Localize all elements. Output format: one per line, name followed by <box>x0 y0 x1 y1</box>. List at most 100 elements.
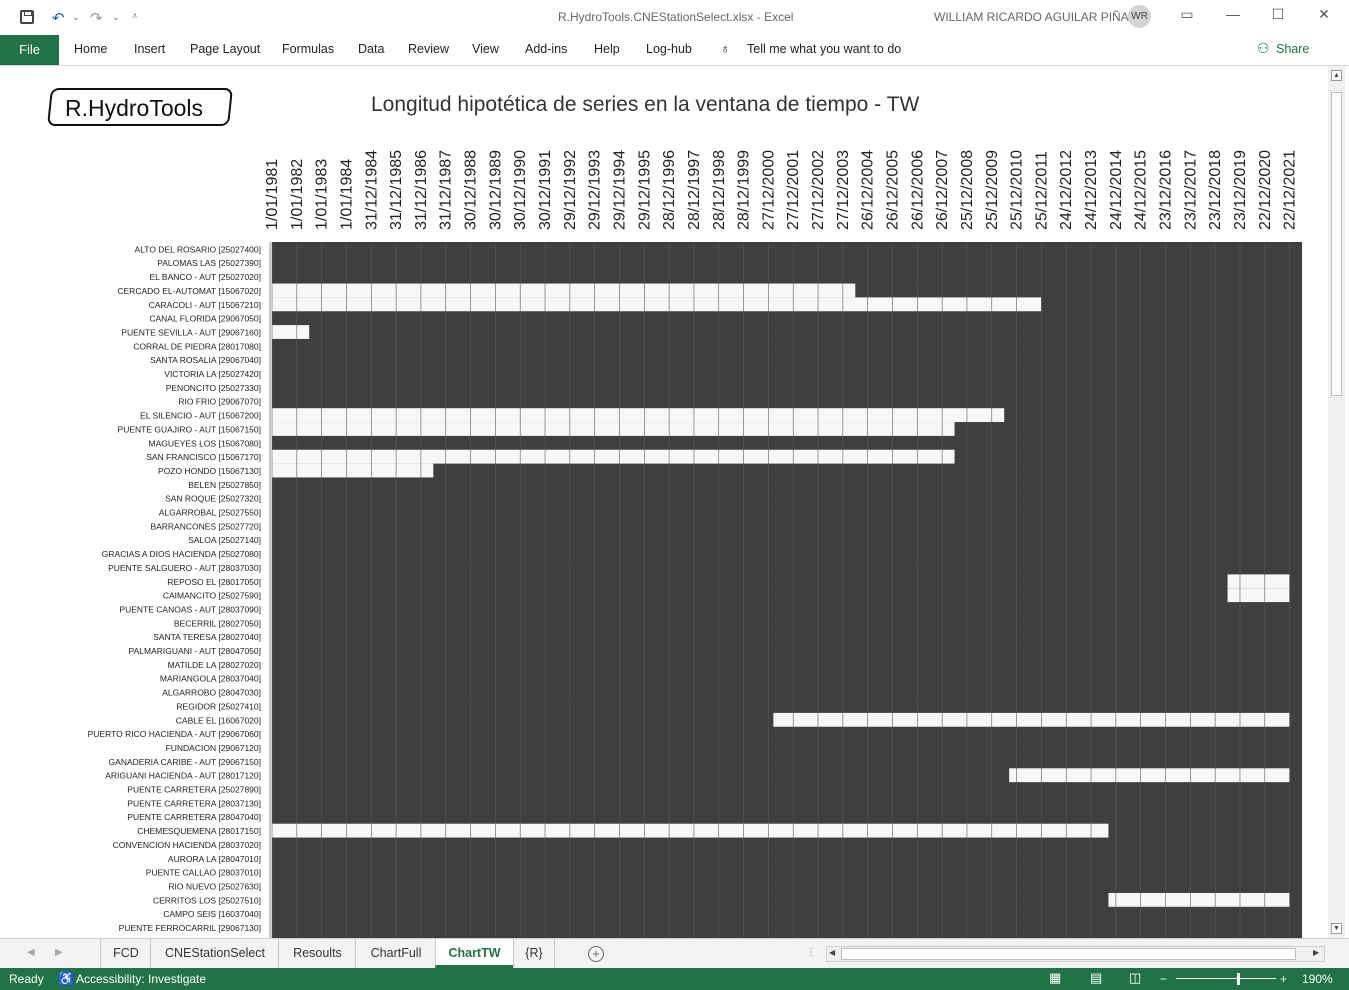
tab-formulas[interactable]: Formulas <box>282 42 334 56</box>
station-label: POZO HONDO [15067130] <box>158 466 261 476</box>
scroll-left-arrow[interactable]: ◀ <box>829 948 835 957</box>
page-break-view-icon[interactable]: ◫ <box>1129 970 1141 986</box>
x-tick-label: 25/12/2011 <box>1033 151 1050 230</box>
tab-log-hub[interactable]: Log-hub <box>646 42 692 56</box>
station-row-bar <box>272 602 1303 617</box>
x-tick-label: 24/12/2015 <box>1133 150 1150 230</box>
tab-add-ins[interactable]: Add-ins <box>525 42 567 56</box>
tab-file[interactable]: File <box>0 35 59 65</box>
station-row-bar <box>272 726 1303 741</box>
station-label: GANADERIA CARIBE - AUT [29067150] <box>109 757 261 767</box>
station-label: BARRANCONES [25027720] <box>150 521 261 531</box>
user-name[interactable]: WILLIAM RICARDO AGUILAR PIÑA <box>934 10 1129 24</box>
zoom-in-button[interactable]: + <box>1280 972 1287 986</box>
sheet-tab-chartfull[interactable]: ChartFull <box>355 939 436 968</box>
station-row-bar <box>272 435 1303 451</box>
missing-data-segment <box>1227 574 1290 589</box>
station-label: REGIDOR [25027410] <box>176 701 261 711</box>
tab-review[interactable]: Review <box>408 42 449 56</box>
accessibility-icon: ♿ <box>58 971 75 986</box>
x-tick-label: 24/12/2013 <box>1083 150 1100 230</box>
zoom-out-button[interactable]: − <box>1160 972 1167 986</box>
x-tick-label: 22/12/2021 <box>1282 150 1299 230</box>
station-row-bar <box>272 879 1303 894</box>
station-label: CERRITOS LOS [25027510] <box>153 895 261 905</box>
tell-me-search[interactable]: Tell me what you want to do <box>747 42 901 56</box>
zoom-slider-track[interactable] <box>1176 978 1276 979</box>
station-label: VICTORIA LA [25027420] <box>164 369 261 379</box>
tab-view[interactable]: View <box>472 42 499 56</box>
station-label: SALOA [25027140] <box>188 535 261 545</box>
redo-dropdown-icon[interactable]: ⌄ <box>112 12 120 23</box>
station-row-bar <box>272 782 1303 797</box>
normal-view-icon[interactable]: ▦ <box>1049 970 1061 986</box>
close-button[interactable]: ✕ <box>1314 6 1334 23</box>
chart-sheet[interactable]: R.HydroTools Longitud hipotética de seri… <box>25 66 1318 938</box>
sheet-tab-r[interactable]: {R} <box>513 939 555 968</box>
x-tick-label: 31/12/1987 <box>438 150 455 230</box>
undo-dropdown-icon[interactable]: ⌄ <box>72 12 80 23</box>
tab-insert[interactable]: Insert <box>134 42 165 56</box>
undo-icon[interactable]: ↶ <box>52 9 65 27</box>
sheet-tab-cnestationselect[interactable]: CNEStationSelect <box>150 939 279 968</box>
x-tick-label: 30/12/1991 <box>537 150 554 230</box>
station-row-bar <box>272 352 1303 368</box>
ribbon-display-options-icon[interactable]: ▭ <box>1177 6 1197 23</box>
sheet-tab-fcd[interactable]: FCD <box>100 939 151 968</box>
x-tick-label: 26/12/2006 <box>909 150 926 230</box>
minimize-button[interactable]: — <box>1223 6 1243 22</box>
station-row-bar <box>272 754 1303 769</box>
station-row-bar <box>272 519 1303 534</box>
x-tick-label: 23/12/2019 <box>1232 150 1249 230</box>
tab-home[interactable]: Home <box>74 42 107 56</box>
sheet-tab-charttw[interactable]: ChartTW <box>435 939 513 968</box>
x-tick-label: 1/01/1984 <box>338 159 355 230</box>
vertical-scrollbar[interactable]: ▲ ▼ <box>1328 66 1345 938</box>
zoom-slider-thumb[interactable] <box>1237 973 1240 985</box>
missing-data-segment <box>272 283 856 298</box>
missing-data-segment <box>1009 768 1290 783</box>
tab-page-layout[interactable]: Page Layout <box>190 42 260 56</box>
station-row-bar <box>272 809 1303 825</box>
next-sheet-arrow[interactable]: ▶ <box>55 947 63 958</box>
station-label: EL BANCO - AUT [25027020] <box>149 272 261 282</box>
station-row-bar <box>272 394 1303 409</box>
tab-help[interactable]: Help <box>594 42 620 56</box>
tab-split-handle[interactable]: ⋮ <box>806 947 816 958</box>
station-label: PUENTE FERROCARRIL [29067130] <box>119 923 261 933</box>
vertical-scroll-thumb[interactable] <box>1331 92 1342 396</box>
add-sheet-icon[interactable]: + <box>588 946 604 962</box>
sheet-tab-resoults[interactable]: Resoults <box>278 939 356 968</box>
station-label: CONVENCION HACIENDA [28037020] <box>113 840 261 850</box>
station-row-bar <box>272 643 1303 658</box>
user-avatar[interactable]: WR <box>1128 5 1151 28</box>
station-label: PUERTO RICO HACIENDA - AUT [29067060] <box>88 729 261 739</box>
scroll-up-arrow[interactable]: ▲ <box>1331 70 1342 81</box>
prev-sheet-arrow[interactable]: ◀ <box>27 947 35 958</box>
station-row-bar <box>272 588 1303 603</box>
missing-data-segment <box>272 297 1042 312</box>
customize-qat-icon[interactable]: ⩡ <box>132 11 138 22</box>
tab-data[interactable]: Data <box>358 42 384 56</box>
save-icon[interactable] <box>20 10 34 24</box>
x-tick-label: 27/12/2001 <box>785 150 802 230</box>
station-row-bar <box>272 657 1303 672</box>
station-label: PUENTE CARRETERA [25027890] <box>127 785 261 795</box>
horizontal-scroll-thumb[interactable] <box>841 948 1296 960</box>
maximize-button[interactable]: ☐ <box>1268 6 1288 23</box>
page-layout-view-icon[interactable]: ▤ <box>1090 970 1102 986</box>
scroll-down-arrow[interactable]: ▼ <box>1331 923 1342 934</box>
horizontal-scrollbar[interactable]: ◀ ▶ <box>826 946 1325 962</box>
scroll-right-arrow[interactable]: ▶ <box>1313 948 1319 957</box>
redo-icon[interactable]: ↷ <box>90 9 103 27</box>
zoom-level[interactable]: 190% <box>1302 972 1333 986</box>
share-button[interactable]: Share <box>1276 42 1309 56</box>
station-label: CABLE EL [16067020] <box>176 715 261 725</box>
x-tick-label: 28/12/1998 <box>711 150 728 230</box>
accessibility-status[interactable]: Accessibility: Investigate <box>76 972 206 986</box>
x-tick-label: 27/12/2002 <box>810 150 827 230</box>
station-label: RIO FRIO [29067070] <box>178 397 261 407</box>
station-label: PALMARIGUANI - AUT [28047050] <box>129 646 261 656</box>
station-row-bar <box>272 477 1303 492</box>
x-tick-label: 28/12/1997 <box>686 150 703 230</box>
